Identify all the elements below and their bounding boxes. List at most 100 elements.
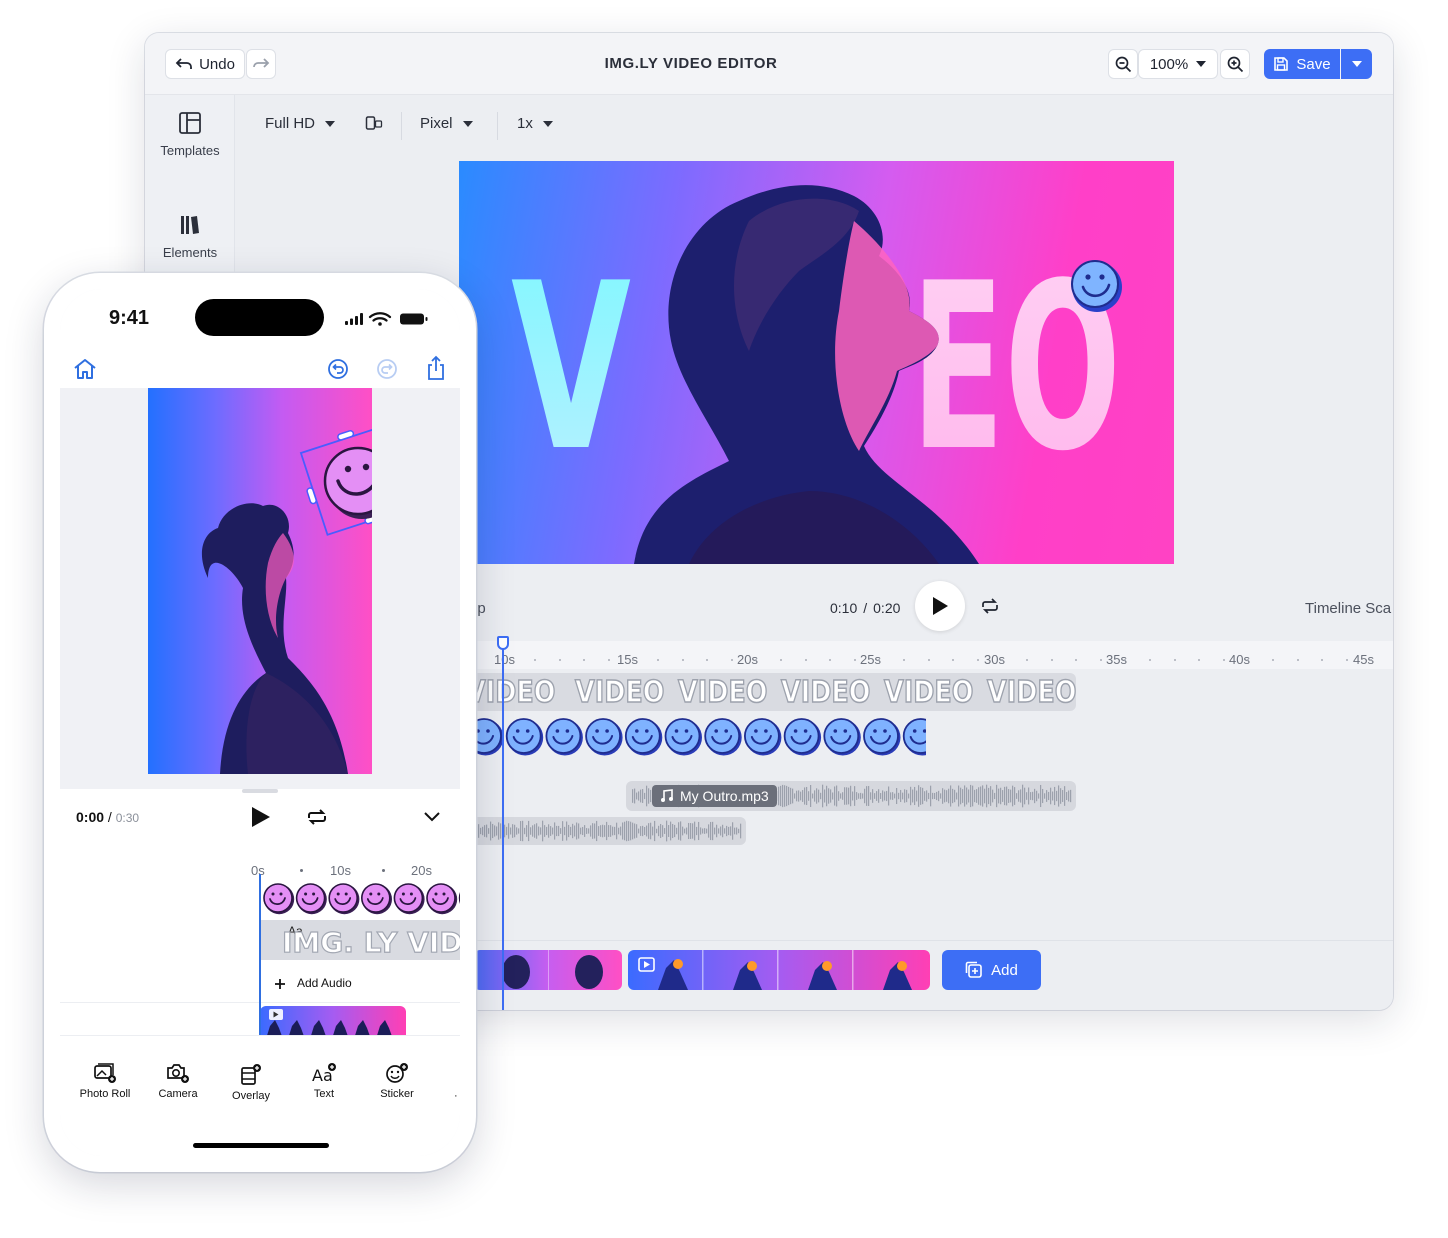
mobile-current-time: 0:00 [76,809,105,825]
rail-item-elements[interactable]: Elements [145,213,235,260]
selected-smiley-sticker[interactable] [298,421,372,539]
smiley-sticker-frame [361,883,392,915]
zoom-out-button[interactable] [1108,49,1138,79]
ruler-dot [300,869,303,872]
sheet-grabber[interactable] [242,789,278,793]
chevron-down-icon [1196,61,1207,67]
resolution-select[interactable]: Full HD [265,115,336,132]
mobile-time-separator: / [107,809,112,825]
ruler-label: 10s [330,863,351,878]
share-icon[interactable] [426,355,446,381]
zoom-in-button[interactable] [1220,49,1250,79]
tool-label: Sticker [380,1088,414,1100]
tool-photo-roll[interactable]: Photo Roll [68,1062,142,1100]
tool-label: Photo Roll [79,1088,131,1100]
ruler-label: 0s [251,863,265,878]
plus-icon [275,979,285,989]
mobile-preview [60,388,460,790]
save-label: Save [1296,55,1331,73]
smiley-sticker-frame [426,883,458,915]
save-icon [1274,57,1289,71]
video-canvas[interactable]: V EO [459,161,1174,564]
canvas-headline-left: V [511,235,631,502]
mobile-text-track[interactable]: Aa IMG. LY VIDE [260,920,460,960]
wifi-icon [368,312,392,322]
status-bar: 9:41 [60,289,460,349]
orientation-icon [365,116,383,130]
mobile-toolbar [60,349,460,389]
sticker-icon [386,1063,408,1083]
sticker-strip [263,883,460,915]
loop-icon[interactable] [305,808,329,826]
scale-select[interactable]: 1x [517,115,553,132]
orientation-toggle[interactable] [365,115,383,131]
ruler-label: 20s [411,863,432,878]
mobile-sticker-track[interactable] [260,881,460,915]
add-clip-button[interactable]: Add [942,950,1041,990]
overlay-icon [241,1064,261,1085]
camera-icon [167,1064,189,1083]
add-audio-label: Add Audio [297,976,352,990]
battery-icon [400,313,428,325]
mobile-screen: 9:41 0:00 / 0:30 0s 10s 20s Aa IMG. LY V… [60,289,460,1156]
playhead-handle[interactable] [497,636,509,650]
unit-select[interactable]: Pixel [420,115,473,132]
ruler-dot [382,869,385,872]
unit-value: Pixel [420,115,453,132]
add-label: Add [991,961,1018,979]
status-icons [345,312,428,326]
play-icon[interactable] [250,805,272,829]
home-indicator [193,1143,329,1148]
mobile-playback-time: 0:00 / 0:30 [76,809,139,825]
smiley-sticker-frame [393,883,425,915]
chevron-down-icon [462,120,473,127]
text-icon: Aa [312,1063,336,1084]
top-bar: Undo IMG.LY VIDEO EDITOR 100% Save [145,33,1393,95]
play-icon [933,597,948,615]
smiley-sticker-frame [295,883,327,915]
mobile-video-canvas[interactable] [148,388,372,774]
scale-value: 1x [517,115,533,132]
save-options-dropdown[interactable] [1341,49,1372,79]
mobile-device: 9:41 0:00 / 0:30 0s 10s 20s Aa IMG. LY V… [44,273,476,1172]
play-button[interactable] [915,581,965,631]
chevron-down-icon [1351,61,1362,67]
rail-item-label: Templates [160,143,220,158]
rail-item-templates[interactable]: Templates [145,111,235,158]
templates-icon [179,112,201,134]
redo-icon[interactable] [376,358,398,380]
canvas-scene: V EO [511,185,1122,564]
tool-camera[interactable]: Camera [141,1062,215,1100]
tool-text[interactable]: Aa Text [287,1062,361,1100]
mobile-timeline: 0s 10s 20s Aa IMG. LY VIDE Add Audio [60,849,460,1044]
mobile-playhead [259,874,261,1044]
tool-overflow-hint: · [454,1090,458,1102]
divider [401,112,402,140]
app-title: IMG.LY VIDEO EDITOR [604,55,778,72]
chevron-down-icon[interactable] [423,811,441,823]
photo-roll-icon [94,1063,116,1083]
undo-icon[interactable] [327,358,349,380]
zoom-out-icon [1115,56,1131,72]
zoom-select[interactable]: 100% [1138,49,1218,79]
divider [497,112,498,140]
mobile-total-time: 0:30 [115,811,140,825]
tool-label: Text [313,1088,335,1100]
signal-icon [345,313,363,325]
mobile-playback-controls: 0:00 / 0:30 [60,789,460,849]
home-icon[interactable] [73,358,97,380]
mobile-tool-dock: Photo Roll Camera Overlay Aa Text Sticke… [60,1035,460,1156]
save-button[interactable]: Save [1264,49,1340,79]
tool-sticker[interactable]: Sticker [360,1062,434,1100]
text-clip-label: IMG. LY VIDE [281,925,460,959]
tool-overlay[interactable]: Overlay [214,1062,288,1102]
elements-icon [181,216,199,234]
add-media-icon [965,961,982,978]
resolution-value: Full HD [265,115,316,132]
smiley-sticker-frame [263,883,295,915]
canvas-settings-bar: Full HD Pixel 1x [235,95,1393,157]
chevron-down-icon [325,120,336,127]
tool-label: Camera [158,1088,198,1100]
add-audio-button[interactable]: Add Audio [260,967,460,1001]
zoom-in-icon [1227,56,1243,72]
